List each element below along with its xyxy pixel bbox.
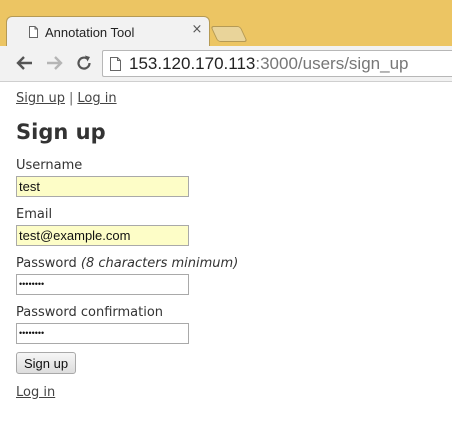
new-tab-button[interactable] <box>210 26 248 42</box>
password-confirmation-label: Password confirmation <box>16 305 164 320</box>
top-navigation: Sign up | Log in <box>16 91 117 106</box>
url-path: :3000/users/sign_up <box>255 54 409 73</box>
sign-up-button[interactable]: Sign up <box>16 352 76 374</box>
forward-arrow-icon <box>47 56 63 70</box>
browser-tab[interactable]: Annotation Tool × <box>6 16 210 46</box>
nav-sign-up-link[interactable]: Sign up <box>16 91 65 106</box>
password-field[interactable]: •••••••• <box>16 274 189 295</box>
url-host: 153.120.170.113 <box>129 54 256 73</box>
tab-strip: Annotation Tool × <box>0 0 452 46</box>
address-bar[interactable]: 153.120.170.113:3000/users/sign_up <box>102 50 452 77</box>
document-icon <box>29 26 38 38</box>
password-hint: (8 characters minimum) <box>80 256 239 271</box>
nav-log-in-link[interactable]: Log in <box>77 91 116 106</box>
password-label: Password <box>16 256 77 271</box>
back-button[interactable] <box>14 52 36 74</box>
username-label: Username <box>16 158 83 173</box>
back-arrow-icon <box>16 56 32 70</box>
page-title: Sign up <box>16 120 106 144</box>
browser-toolbar: 153.120.170.113:3000/users/sign_up <box>0 46 452 82</box>
url-text: 153.120.170.113:3000/users/sign_up <box>129 54 408 74</box>
username-field[interactable]: test <box>16 176 189 197</box>
reload-button[interactable] <box>73 52 95 74</box>
tab-title: Annotation Tool <box>45 25 135 40</box>
page-info-icon[interactable] <box>110 57 121 71</box>
email-label: Email <box>16 207 53 222</box>
email-field[interactable]: test@example.com <box>16 225 189 246</box>
forward-button[interactable] <box>43 52 65 74</box>
password-confirmation-field[interactable]: •••••••• <box>16 323 189 344</box>
password-label-row: Password (8 characters minimum) <box>16 256 238 271</box>
close-tab-icon[interactable]: × <box>191 22 203 37</box>
nav-separator: | <box>68 91 74 106</box>
reload-icon <box>77 55 91 70</box>
log-in-link[interactable]: Log in <box>16 385 55 400</box>
